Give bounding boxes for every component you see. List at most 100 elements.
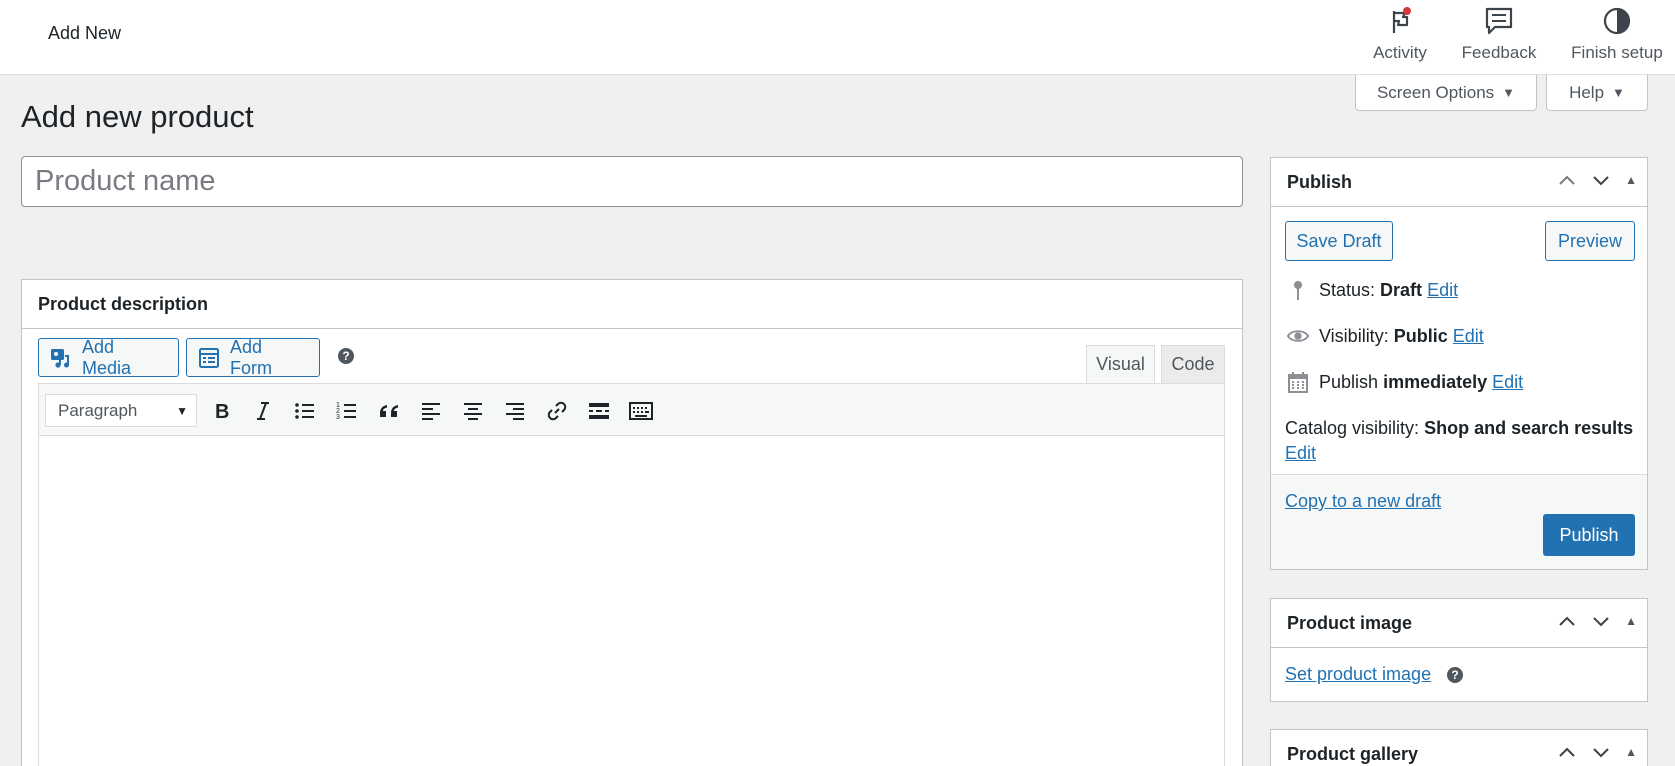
help-icon[interactable]: ? [1447,666,1464,683]
align-right-icon [506,403,524,420]
toggle-panel-icon[interactable]: ▲ [1625,173,1637,187]
bold-icon: B [215,401,229,423]
tab-code[interactable]: Code [1161,345,1225,383]
save-draft-button[interactable]: Save Draft [1285,221,1393,261]
toolbar-toggle-icon [629,402,653,420]
add-form-button[interactable]: Add Form [186,336,320,378]
product-description-box: Product description Add Media Add Form ?… [21,279,1243,766]
visibility-label: Visibility: [1319,325,1389,346]
catalog-visibility-value: Shop and search results [1424,418,1634,438]
toggle-panel-icon[interactable]: ▲ [1625,745,1637,759]
help-icon[interactable]: ? [338,348,354,364]
screen-options-button[interactable]: Screen Options ▼ [1355,75,1537,111]
feedback-button[interactable]: Feedback [1455,6,1543,68]
edit-status-link[interactable]: Edit [1427,280,1458,300]
edit-catalog-visibility-link[interactable]: Edit [1285,443,1316,463]
status-label: Status: [1319,279,1376,300]
add-media-label: Add Media [81,336,132,378]
box-controls: ▲ [1557,611,1637,631]
box-controls: ▲ [1557,170,1637,190]
publish-actions: Copy to a new draft Publish [1271,474,1647,569]
copy-to-draft-link[interactable]: Copy to a new draft [1285,491,1441,512]
tab-visual[interactable]: Visual [1086,345,1155,383]
align-left-icon [422,403,440,420]
move-up-icon[interactable] [1557,742,1577,762]
move-up-icon[interactable] [1557,611,1577,631]
box-controls: ▲ [1557,742,1637,762]
bullet-list-button[interactable] [290,396,320,426]
preview-button[interactable]: Preview [1545,221,1635,261]
align-center-icon [464,403,482,420]
align-left-button[interactable] [416,396,446,426]
half-circle-icon [1603,7,1631,35]
status-value: Draft [1380,279,1423,300]
publish-button[interactable]: Publish [1543,514,1635,556]
top-bar: Add New Activity Feedback Finish setup [0,0,1675,75]
format-select-value: Paragraph [58,400,138,420]
product-gallery-title: Product gallery [1287,743,1419,764]
move-down-icon[interactable] [1591,742,1611,762]
align-right-button[interactable] [500,396,530,426]
editor: Paragraph ▼ B 1 2 3 [38,383,1225,766]
move-up-icon[interactable] [1557,170,1577,190]
add-media-button[interactable]: Add Media [38,336,179,378]
align-center-button[interactable] [458,396,488,426]
link-button[interactable] [542,396,572,426]
link-icon [547,401,567,421]
add-form-label: Add Form [230,336,272,378]
product-image-box: Product image ▲ Set product image ? [1270,598,1648,702]
toolbar-toggle-button[interactable] [626,396,656,426]
edit-publish-date-link[interactable]: Edit [1492,372,1523,392]
caret-down-icon: ▼ [1502,85,1516,100]
editor-content-area[interactable] [39,436,1224,766]
catalog-visibility-row: Catalog visibility: Shop and search resu… [1285,416,1635,466]
format-select[interactable]: Paragraph ▼ [45,394,197,427]
product-description-header: Product description [22,280,1242,329]
caret-down-icon: ▼ [176,404,188,418]
move-down-icon[interactable] [1591,170,1611,190]
product-gallery-box: Product gallery ▲ [1270,729,1648,766]
blockquote-icon [380,405,398,417]
publish-date-row: Publish immediately Edit [1285,370,1523,394]
caret-down-icon: ▼ [1612,85,1625,100]
svg-text:3: 3 [336,414,340,421]
numbered-list-button[interactable]: 1 2 3 [332,396,362,426]
move-down-icon[interactable] [1591,611,1611,631]
feedback-icon [1485,7,1513,35]
product-image-header: Product image ▲ [1271,599,1647,648]
italic-button[interactable] [248,396,278,426]
publish-label: Publish [1319,371,1379,392]
help-button[interactable]: Help ▼ [1546,75,1648,111]
publish-box-header: Publish ▲ [1271,158,1647,207]
calendar-icon [1285,370,1311,394]
page-title: Add new product [21,99,254,134]
visibility-row: Visibility: Public Edit [1285,324,1484,348]
publish-box: Publish ▲ Save Draft Preview Status: Dra… [1270,157,1648,570]
set-product-image-link[interactable]: Set product image [1285,664,1431,685]
activity-button[interactable]: Activity [1364,6,1436,68]
visibility-value: Public [1393,325,1448,346]
product-name-input[interactable] [21,156,1243,207]
screen-options-label: Screen Options [1376,82,1495,102]
read-more-icon [589,403,609,419]
publish-box-title: Publish [1287,171,1353,192]
flag-icon [1392,7,1411,33]
bold-button[interactable]: B [207,396,237,426]
finish-setup-button[interactable]: Finish setup [1562,6,1672,68]
finish-setup-label: Finish setup [1571,43,1663,62]
help-label: Help [1569,82,1605,102]
feedback-label: Feedback [1461,43,1537,62]
edit-visibility-link[interactable]: Edit [1453,326,1484,346]
numbered-list-icon: 1 2 3 [336,402,356,421]
editor-toolbar: Paragraph ▼ B 1 2 3 [39,384,1224,436]
topbar-title: Add New [48,23,122,43]
pin-icon [1285,278,1311,302]
toggle-panel-icon[interactable]: ▲ [1625,614,1637,628]
product-gallery-header: Product gallery ▲ [1271,730,1647,766]
status-row: Status: Draft Edit [1285,278,1458,302]
product-image-title: Product image [1287,612,1413,633]
read-more-button[interactable] [584,396,614,426]
blockquote-button[interactable] [374,396,404,426]
publish-date-value: immediately [1383,371,1488,392]
catalog-visibility-label: Catalog visibility: [1285,418,1420,438]
